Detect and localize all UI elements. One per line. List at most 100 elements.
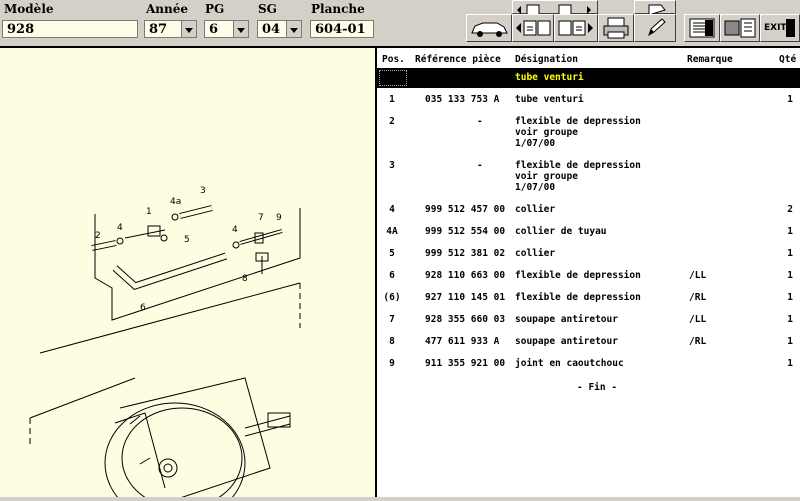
sg-dropdown-button[interactable] [286, 20, 302, 38]
header-ref: Référence pièce [415, 54, 501, 65]
prev-group-icon [516, 20, 551, 36]
callout-4a: 4a [170, 197, 181, 207]
sg-label: SG [258, 2, 277, 16]
row-pos: 3 [389, 160, 395, 171]
header-pos: Pos. [382, 54, 405, 65]
header-rem: Remarque [687, 54, 733, 65]
row-ref: 999 512 381 02 [425, 248, 506, 259]
car-icon [471, 22, 508, 37]
row-ref: 477 611 933 A [425, 336, 500, 347]
print-button[interactable] [598, 14, 634, 42]
pg-label: PG [205, 2, 225, 16]
row-qty: 1 [787, 248, 793, 259]
row-designation: collier de tuyau [515, 226, 607, 237]
callout-7: 7 [258, 213, 264, 223]
top-toolbar: Modèle 928 Année 87 PG 6 SG 04 Planche 6… [0, 0, 800, 48]
row-ref: 928 355 660 03 [425, 314, 506, 325]
header-des: Désignation [515, 54, 578, 65]
catalog-button[interactable] [720, 14, 760, 42]
row-designation: soupape antiretour [515, 314, 618, 325]
callout-3: 3 [200, 186, 206, 196]
row-designation: 1/07/00 [515, 182, 556, 193]
row-remark: /RL [689, 292, 707, 303]
search-top-button[interactable] [634, 0, 676, 16]
row-ref: 999 512 554 00 [425, 226, 506, 237]
callout-4: 4 [117, 223, 123, 233]
callout-1: 1 [146, 207, 152, 217]
callout-4b: 4 [232, 225, 238, 235]
row-pos: 9 [389, 358, 395, 369]
row-designation: flexible de depression [515, 160, 641, 171]
callout-9: 9 [276, 213, 282, 223]
row-qty: 1 [787, 226, 793, 237]
callout-2: 2 [95, 231, 101, 241]
pencil-icon [648, 18, 666, 37]
next-group-button[interactable] [554, 14, 598, 42]
vehicle-button[interactable] [466, 14, 512, 42]
pg-field[interactable]: 6 [204, 20, 234, 38]
row-ref: - [477, 160, 483, 171]
row-qty: 2 [787, 204, 793, 215]
planche-label: Planche [311, 2, 365, 16]
callout-5: 5 [184, 235, 190, 245]
row-designation: joint en caoutchouc [515, 358, 624, 369]
row-pos: 1 [389, 94, 395, 105]
annee-dropdown-button[interactable] [181, 20, 197, 38]
row-ref: 035 133 753 A [425, 94, 500, 105]
brake-booster-diagram: 1 2 3 4 4a 5 4 7 9 6 8 [29, 186, 301, 501]
row-designation: collier [515, 204, 556, 215]
exploded-view-drawing: 1 2 3 4 4a 5 4 7 9 6 8 [0, 48, 377, 501]
modele-field[interactable]: 928 [2, 20, 138, 38]
row-designation: voir groupe [515, 171, 578, 182]
row-qty: 1 [787, 314, 793, 325]
row-pos: (6) [383, 292, 401, 303]
list-view-button[interactable] [684, 14, 720, 42]
list-icon [689, 18, 715, 38]
row-pos: 5 [389, 248, 395, 259]
planche-field[interactable]: 604-01 [310, 20, 374, 38]
callout-8: 8 [242, 274, 248, 284]
header-qty: Qté [779, 54, 797, 65]
group-title-row[interactable]: tube venturi [377, 68, 800, 88]
prev-page-top-button[interactable] [512, 0, 598, 16]
row-remark: /LL [689, 314, 707, 325]
row-designation: 1/07/00 [515, 138, 556, 149]
modele-label: Modèle [4, 2, 54, 16]
row-designation: soupape antiretour [515, 336, 618, 347]
row-designation: collier [515, 248, 556, 259]
row-qty: 1 [787, 336, 793, 347]
row-qty: 1 [787, 94, 793, 105]
row-qty: 1 [787, 292, 793, 303]
sg-field[interactable]: 04 [257, 20, 287, 38]
edit-button[interactable] [634, 14, 676, 42]
printer-icon [603, 17, 629, 39]
door-icon [786, 19, 795, 37]
row-pos: 4A [386, 226, 398, 237]
annee-label: Année [146, 2, 189, 16]
row-designation: voir groupe [515, 127, 578, 138]
row-ref: 928 110 663 00 [425, 270, 506, 281]
row-ref: 927 110 145 01 [425, 292, 506, 303]
exit-button[interactable]: EXIT [760, 14, 800, 42]
prev-group-button[interactable] [512, 14, 554, 42]
end-marker: - Fin - [577, 382, 618, 393]
annee-field[interactable]: 87 [144, 20, 182, 38]
selection-box [379, 70, 407, 86]
next-group-icon [558, 20, 593, 36]
callout-6: 6 [140, 303, 146, 313]
row-ref: - [477, 116, 483, 127]
row-pos: 7 [389, 314, 395, 325]
row-designation: flexible de depression [515, 270, 641, 281]
row-designation: flexible de depression [515, 116, 641, 127]
row-ref: 999 512 457 00 [425, 204, 506, 215]
row-pos: 2 [389, 116, 395, 127]
exit-label: EXIT [764, 23, 787, 33]
pg-dropdown-button[interactable] [233, 20, 249, 38]
row-pos: 6 [389, 270, 395, 281]
row-remark: /LL [689, 270, 707, 281]
row-pos: 8 [389, 336, 395, 347]
parts-list: Pos. Référence pièce Désignation Remarqu… [377, 48, 800, 497]
row-ref: 911 355 921 00 [425, 358, 506, 369]
row-qty: 1 [787, 358, 793, 369]
row-remark: /RL [689, 336, 707, 347]
